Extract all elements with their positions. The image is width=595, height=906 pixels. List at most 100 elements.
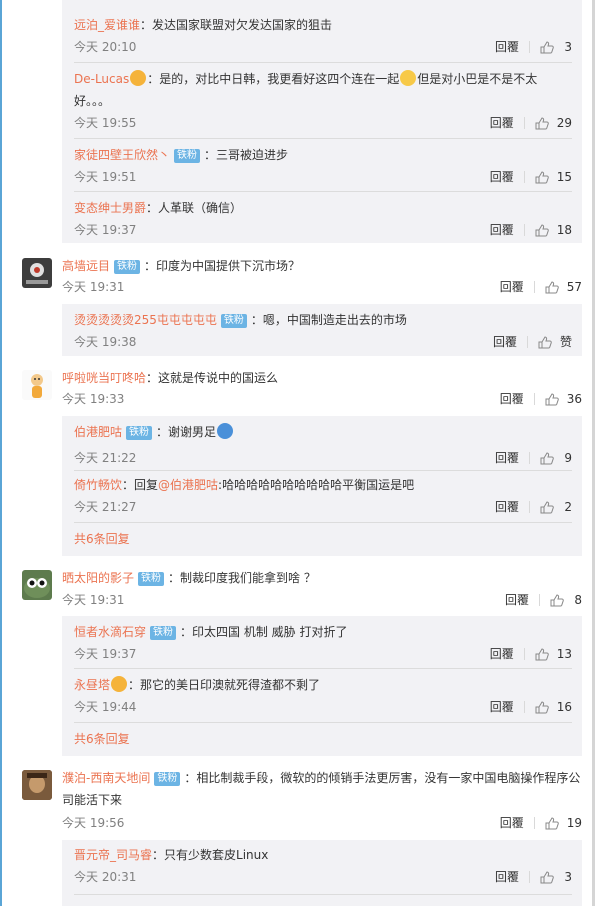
- emoji-icon: [400, 70, 417, 86]
- reply-button[interactable]: 回覆: [495, 868, 519, 886]
- reply-username[interactable]: 伯港肥咕: [74, 425, 122, 439]
- fan-badge: 铁粉: [114, 260, 141, 274]
- like-count: 36: [566, 392, 582, 406]
- reply-time: 今天 21:27: [74, 500, 137, 514]
- avatar[interactable]: [22, 770, 52, 800]
- reply-item: 倚竹畅饮：回复@伯港肥咕:哈哈哈哈哈哈哈哈哈哈平衡国运是吧 今天 21:27 回…: [74, 474, 572, 518]
- reply-button[interactable]: 回覆: [500, 278, 524, 296]
- reply-username[interactable]: 永昼塔: [74, 678, 110, 692]
- thumbs-up-icon[interactable]: [538, 335, 552, 349]
- reply-username[interactable]: 烫烫烫烫烫255屯屯屯屯屯: [74, 313, 217, 327]
- reply-button[interactable]: 回覆: [493, 333, 517, 351]
- thumbs-up-icon[interactable]: [540, 451, 554, 465]
- reply-text: ：印太四国 机制 威胁 打对折了: [180, 625, 348, 639]
- reply-time: 今天 20:31: [74, 870, 137, 884]
- divider: [74, 62, 572, 63]
- reply-button[interactable]: 回覆: [490, 168, 514, 186]
- reply-time: 今天 19:55: [74, 116, 137, 130]
- reply-username[interactable]: 家徒四壁王欣然丶: [74, 148, 170, 162]
- thumbs-up-icon[interactable]: [540, 40, 554, 54]
- reply-text: ：谢谢男足: [156, 425, 217, 439]
- thumbs-up-icon[interactable]: [545, 816, 559, 830]
- avatar[interactable]: [22, 570, 52, 600]
- divider: [74, 191, 572, 192]
- divider: [74, 668, 572, 669]
- reply-text: ：三哥被迫进步: [204, 148, 289, 162]
- reply-username[interactable]: 倚竹畅饮: [74, 478, 122, 492]
- reply-button[interactable]: 回覆: [490, 221, 514, 239]
- reply-username[interactable]: 晋元帝_司马睿: [74, 848, 152, 862]
- divider: [74, 138, 572, 139]
- thumbs-up-icon[interactable]: [545, 392, 559, 406]
- page-left-border: [0, 0, 2, 906]
- like-count: 16: [556, 700, 572, 714]
- reply-item: 远泊_爱谁谁：发达国家联盟对欠发达国家的狙击 今天 20:10 回覆 3: [74, 14, 572, 62]
- thumbs-up-icon[interactable]: [540, 500, 554, 514]
- reply-button[interactable]: 回覆: [495, 498, 519, 516]
- comment-username[interactable]: 高墙远目: [62, 259, 110, 273]
- comment-username[interactable]: 濮泊-西南天地间: [62, 771, 150, 785]
- thumbs-up-icon[interactable]: [535, 170, 549, 184]
- like-count: 9: [564, 451, 572, 465]
- reply-button[interactable]: 回覆: [490, 645, 514, 663]
- reply-time: 今天 19:44: [74, 700, 137, 714]
- more-replies-link[interactable]: 共6条回复: [74, 730, 130, 747]
- fan-badge: 铁粉: [220, 314, 247, 328]
- comment-item: 高墙远目 铁粉 ：印度为中国提供下沉市场？ 今天 19:31 回覆 57: [22, 258, 582, 298]
- comment-text: ：印度为中国提供下沉市场？: [144, 259, 301, 273]
- reply-time: 今天 20:10: [74, 40, 137, 54]
- more-replies-link[interactable]: 共6条回复: [74, 530, 130, 547]
- reply-username[interactable]: 恒者水滴石穿: [74, 625, 146, 639]
- divider: [74, 522, 572, 523]
- like-count: 2: [564, 500, 572, 514]
- thumbs-up-icon[interactable]: [545, 280, 559, 294]
- reply-time: 今天 21:22: [74, 451, 137, 465]
- reply-text: ：人革联（确信）: [146, 201, 243, 215]
- reply-username[interactable]: 变态绅士男爵: [74, 201, 146, 215]
- divider: [74, 470, 572, 471]
- reply-button[interactable]: 回覆: [500, 814, 524, 832]
- reply-username[interactable]: 远泊_爱谁谁: [74, 18, 140, 32]
- divider: [74, 722, 572, 723]
- thumbs-up-icon[interactable]: [535, 700, 549, 714]
- fan-badge: 铁粉: [174, 149, 201, 163]
- comment-item: 晒太阳的影子 铁粉 ：制裁印度我们能拿到啥 ？ 今天 19:31 回覆 8: [22, 570, 582, 610]
- thumbs-up-icon[interactable]: [550, 593, 564, 607]
- emoji-icon: [217, 423, 234, 439]
- avatar[interactable]: [22, 258, 52, 288]
- fan-badge: 铁粉: [138, 572, 165, 586]
- like-count: 赞: [559, 335, 572, 349]
- like-count: 18: [556, 223, 572, 237]
- like-count: 29: [556, 116, 572, 130]
- reply-button[interactable]: 回覆: [500, 390, 524, 408]
- reply-block: 恒者水滴石穿 铁粉 ：印太四国 机制 威胁 打对折了 今天 19:37 回覆 13 永…: [62, 616, 582, 756]
- mention-link[interactable]: @伯港肥咕: [158, 478, 218, 492]
- reply-button[interactable]: 回覆: [495, 38, 519, 56]
- reply-time: 今天 19:51: [74, 170, 137, 184]
- like-count: 3: [564, 870, 572, 884]
- comment-item: 濮泊-西南天地间 铁粉 ：相比制裁手段，微软的的倾销手法更厉害，没有一家中国电脑操作…: [22, 770, 582, 834]
- divider: [74, 894, 572, 895]
- reply-time: 今天 19:37: [74, 223, 137, 237]
- comment-time: 今天 19:31: [62, 280, 125, 294]
- fan-badge: 铁粉: [126, 426, 153, 440]
- reply-text: ：那它的美日印澳就死得渣都不剩了: [128, 678, 321, 692]
- reply-button[interactable]: 回覆: [505, 591, 529, 609]
- reply-button[interactable]: 回覆: [490, 114, 514, 132]
- thumbs-up-icon[interactable]: [540, 870, 554, 884]
- reply-item: 家徒四壁王欣然丶 铁粉 ：三哥被迫进步 今天 19:51 回覆 15: [74, 144, 572, 188]
- comment-username[interactable]: 呼啦咣当叮咚哈: [62, 371, 146, 385]
- thumbs-up-icon[interactable]: [535, 647, 549, 661]
- comment-time: 今天 19:33: [62, 392, 125, 406]
- reply-username[interactable]: De-Lucas: [74, 72, 129, 86]
- comment-username[interactable]: 晒太阳的影子: [62, 571, 134, 585]
- reply-button[interactable]: 回覆: [490, 698, 514, 716]
- fan-badge: 铁粉: [150, 626, 177, 640]
- like-count: 57: [566, 280, 582, 294]
- reply-text: ：回复: [122, 478, 159, 492]
- reply-item: 恒者水滴石穿 铁粉 ：印太四国 机制 威胁 打对折了 今天 19:37 回覆 13: [74, 621, 572, 665]
- thumbs-up-icon[interactable]: [535, 223, 549, 237]
- reply-button[interactable]: 回覆: [495, 449, 519, 467]
- avatar[interactable]: [22, 370, 52, 400]
- thumbs-up-icon[interactable]: [535, 116, 549, 130]
